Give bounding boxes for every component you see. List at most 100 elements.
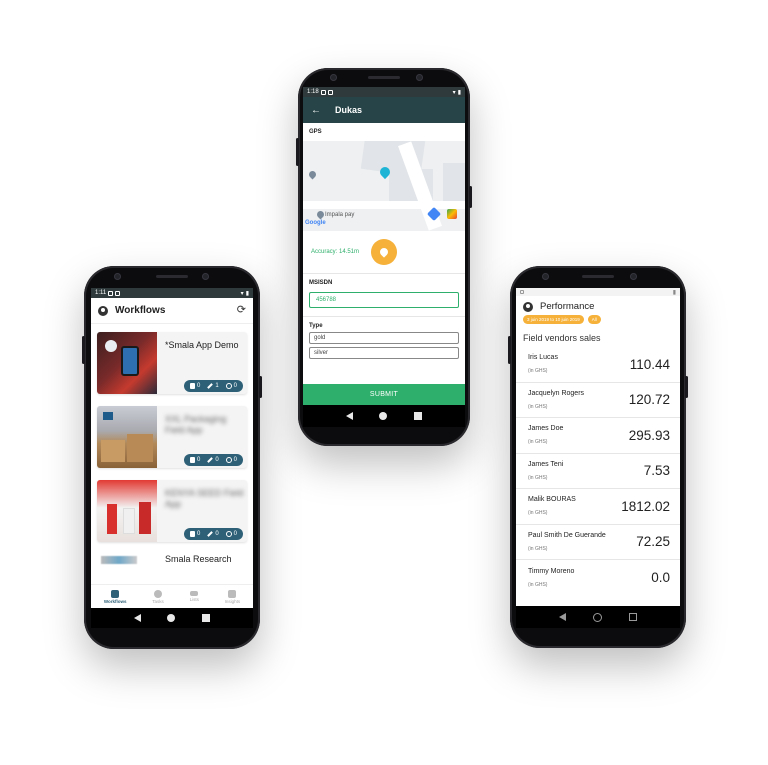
pending-count: 0 (233, 383, 237, 389)
system-nav-bar (303, 405, 465, 427)
notification-icon (108, 290, 114, 296)
locate-button[interactable] (371, 239, 398, 265)
form-title: Dukas (335, 105, 363, 115)
status-time: 1:18 (307, 89, 319, 95)
clock-icon (225, 531, 232, 537)
vendor-name: Timmy Moreno (528, 567, 575, 575)
workflow-card[interactable]: Smala Research (97, 554, 247, 574)
page-title: Performance (540, 301, 595, 312)
account-icon[interactable] (523, 301, 533, 312)
list-item[interactable]: Paul Smith De Guerande (in GHS) 72.25 (516, 525, 680, 560)
location-pin-icon (378, 246, 390, 258)
status-bar: 1:11 ▾ ▮ (91, 288, 253, 298)
tab-workflows[interactable]: Workflows (103, 589, 127, 604)
sensor-icon (330, 74, 337, 81)
home-icon[interactable] (379, 412, 388, 420)
power-button (259, 376, 262, 398)
back-icon[interactable] (134, 614, 142, 622)
workflow-card[interactable]: KENYA SEED Field App 0 0 0 (97, 480, 247, 542)
gps-label: GPS (309, 129, 322, 135)
msisdn-label: MSISDN (309, 280, 333, 286)
maps-app-icon[interactable] (447, 209, 457, 219)
speaker (156, 275, 188, 278)
power-button (685, 376, 688, 398)
vendor-name: Malik BOURAS (528, 496, 576, 504)
tab-tasks[interactable]: Tasks (152, 589, 164, 604)
edit-icon (207, 457, 214, 463)
check-circle-icon (154, 589, 163, 598)
vendor-unit: (in GHS) (528, 368, 548, 375)
workflow-name: XXL Packaging Field App (165, 414, 227, 435)
clock-icon (225, 383, 232, 389)
filter-chips: 3 juin 2019 to 10 juin 2019 All (516, 315, 680, 330)
workflow-stats: 0 0 0 (183, 454, 243, 466)
recents-icon[interactable] (201, 614, 210, 622)
msisdn-input[interactable]: 456788 (309, 292, 459, 308)
phone-form: 1:18 ▾ ▮ ← Dukas GPS Impala pay Google Ac… (296, 68, 472, 446)
notification-icon (327, 89, 333, 95)
status-bar: 1:18 ▾ ▮ (303, 87, 465, 97)
scope-chip[interactable]: All (587, 315, 601, 324)
workflow-name: *Smala App Demo (165, 340, 239, 350)
wifi-icon: ▾ (452, 89, 456, 96)
recents-icon[interactable] (413, 412, 422, 420)
tab-label: Workflows (103, 598, 127, 604)
tab-insights[interactable]: Insights (225, 589, 240, 604)
bottom-tab-bar: Workflows Tasks Lists Insights (91, 584, 253, 608)
map-place-label: Impala pay (325, 212, 355, 218)
vendor-unit: (in GHS) (528, 439, 548, 446)
account-icon[interactable] (98, 305, 108, 316)
vendor-name: James Doe (528, 425, 564, 433)
speaker (582, 275, 614, 278)
edits-count: 1 (215, 383, 219, 389)
back-icon[interactable] (346, 412, 354, 420)
workflow-name: Smala Research (165, 554, 232, 564)
forms-icon (189, 457, 195, 463)
list-item[interactable]: James Teni (in GHS) 7.53 (516, 454, 680, 489)
pending-count: 0 (233, 457, 237, 463)
type-option-gold[interactable]: gold (309, 332, 459, 344)
sync-icon[interactable]: ⟳ (237, 305, 246, 316)
front-camera-icon (416, 74, 423, 81)
workflow-card[interactable]: *Smala App Demo 0 1 0 (97, 332, 247, 394)
map-block (443, 163, 465, 203)
home-icon[interactable] (167, 614, 176, 622)
wifi-icon: ▾ (240, 290, 244, 297)
status-bar: ▮ (516, 288, 680, 296)
notification-icon (115, 290, 121, 296)
list-item[interactable]: Malik BOURAS (in GHS) 1812.02 (516, 489, 680, 525)
list-item[interactable]: Timmy Moreno (in GHS) 0.0 (516, 560, 680, 596)
recents-icon[interactable] (628, 613, 637, 621)
home-icon[interactable] (592, 612, 602, 622)
list-item[interactable]: Iris Lucas (in GHS) 110.44 (516, 347, 680, 383)
volume-button (82, 336, 85, 364)
list-item[interactable]: James Doe (in GHS) 295.93 (516, 418, 680, 454)
back-arrow-icon[interactable]: ← (311, 105, 321, 116)
page-title: Workflows (115, 305, 166, 316)
app-header: Workflows ⟳ (91, 298, 253, 324)
workflow-name: KENYA SEED Field App (165, 488, 244, 509)
vendor-value: 0.0 (651, 570, 670, 586)
place-marker-icon (315, 209, 326, 220)
workflow-thumbnail (97, 480, 157, 542)
battery-icon: ▮ (672, 289, 676, 296)
gps-map[interactable]: Impala pay Google (303, 141, 465, 231)
vendor-value: 120.72 (628, 392, 670, 408)
chart-icon (228, 589, 237, 598)
workflow-thumbnail (97, 406, 157, 468)
type-option-silver[interactable]: silver (309, 347, 459, 359)
list-item[interactable]: Jacquelyn Rogers (in GHS) 120.72 (516, 383, 680, 418)
section-title: Field vendors sales (523, 333, 601, 343)
forms-count: 0 (196, 531, 201, 537)
workflow-stats: 0 0 0 (183, 528, 243, 540)
front-camera-icon (630, 273, 637, 280)
back-icon[interactable] (559, 613, 567, 621)
submit-button[interactable]: SUBMIT (303, 384, 465, 405)
workflow-card[interactable]: XXL Packaging Field App 0 0 0 (97, 406, 247, 468)
date-range-chip[interactable]: 3 juin 2019 to 10 juin 2019 (523, 315, 584, 324)
volume-button (508, 336, 511, 364)
vendor-name: Iris Lucas (528, 354, 558, 362)
vendor-value: 7.53 (643, 463, 670, 479)
tab-lists[interactable]: Lists (190, 591, 199, 602)
workflows-screen: 1:11 ▾ ▮ Workflows ⟳ *Smala App Demo 0 1 … (91, 288, 253, 628)
